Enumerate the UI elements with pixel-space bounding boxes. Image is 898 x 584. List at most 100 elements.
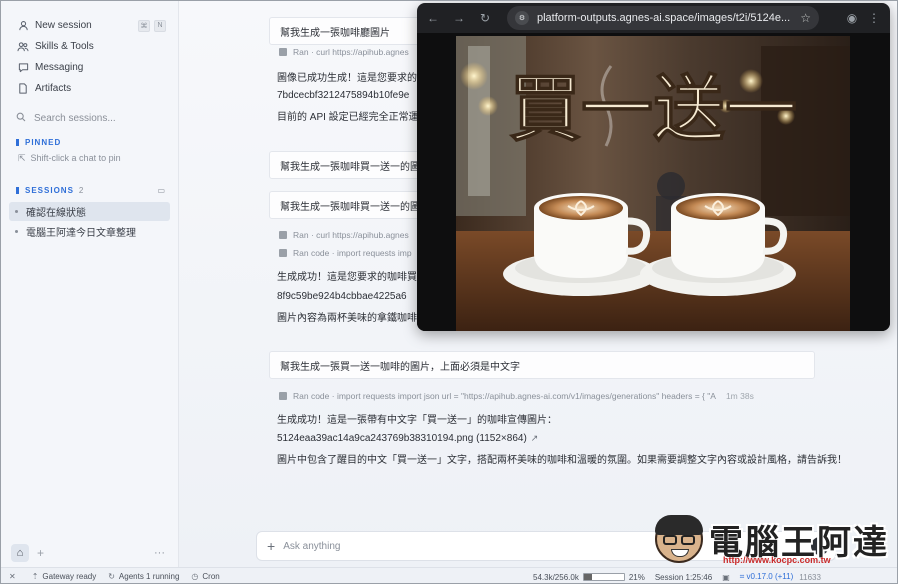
context-percent: 21% xyxy=(628,572,645,582)
site-info-icon[interactable]: ⚙ xyxy=(515,11,529,25)
version-label[interactable]: ⌗ v0.17.0 (+11) xyxy=(740,572,794,582)
gateway-status-text: Gateway ready xyxy=(42,572,97,581)
people-icon xyxy=(16,40,30,54)
composer-placeholder: Ask anything xyxy=(283,540,341,552)
tool-duration: 1m 38s xyxy=(725,391,754,401)
search-icon xyxy=(16,112,30,125)
artifacts-label: Artifacts xyxy=(35,83,72,94)
session-dot xyxy=(15,230,18,233)
agents-status[interactable]: ↻ Agents 1 running xyxy=(108,572,179,581)
terminal-icon xyxy=(279,231,287,239)
terminal-icon xyxy=(279,249,287,257)
sessions-title: SESSIONS xyxy=(25,185,74,195)
terminal-icon xyxy=(279,392,287,400)
cron-status[interactable]: ◷ Cron xyxy=(191,572,219,581)
generated-coffee-image[interactable]: 買一送一 xyxy=(456,36,850,331)
more-icon[interactable]: ··· xyxy=(154,547,165,559)
app-window: New session ⌘ N Skills & Tools Messaging… xyxy=(0,0,898,584)
chat-bubble-icon xyxy=(16,61,30,75)
watermark-url: http://www.kocpc.com.tw xyxy=(723,555,831,565)
status-bar: ✕ ⇡ Gateway ready ↻ Agents 1 running ◷ Cron… xyxy=(1,567,897,583)
user-message-text: 幫我生成一張咖啡買一送一的圖片 xyxy=(280,161,430,173)
browser-toolbar: ← → ↻ ⚙ platform-outputs.agnes-ai.space/… xyxy=(417,3,890,33)
session-label: 確認在線狀態 xyxy=(26,208,86,219)
browser-viewport: 買一送一 xyxy=(417,33,890,331)
artifacts-nav[interactable]: Artifacts xyxy=(1,78,178,99)
sessions-count: 2 xyxy=(78,185,85,195)
terminal-icon xyxy=(279,48,287,56)
tool-call[interactable]: Ran code · import requests imp xyxy=(279,246,412,260)
session-item[interactable]: 確認在線狀態 xyxy=(9,202,170,221)
browser-window: ← → ↻ ⚙ platform-outputs.agnes-ai.space/… xyxy=(417,3,890,331)
messaging-nav[interactable]: Messaging xyxy=(1,57,178,78)
menu-kebab-icon[interactable]: ⋮ xyxy=(864,8,884,28)
file-link-text: 5124eaa39ac14a9ca243769b38310194.png (11… xyxy=(277,432,527,444)
pinned-hint: ⇱ Shift-click a chat to pin xyxy=(1,149,178,167)
version-text: v0.17.0 (+11) xyxy=(746,572,794,581)
build-number: 11633 xyxy=(799,572,821,582)
back-arrow-icon[interactable]: ← xyxy=(423,8,443,28)
forward-arrow-icon[interactable]: → xyxy=(449,8,469,28)
spinner-icon: ↻ xyxy=(108,572,115,581)
tool-call-text: Ran code · import requests imp xyxy=(293,248,412,258)
add-icon[interactable]: + xyxy=(37,546,44,560)
collapse-icon[interactable]: ✕ xyxy=(9,572,20,581)
tool-call[interactable]: Ran · curl https://apihub.agnes xyxy=(279,45,409,59)
session-timer: Session 1:25:46 xyxy=(654,572,713,582)
cron-status-text: Cron xyxy=(202,572,220,581)
context-meter-fill xyxy=(583,574,593,580)
assistant-text: 7bdcecbf3212475894b10fe9e xyxy=(277,89,410,101)
assistant-text: 圖像已成功生成！這是您要求的咖 xyxy=(277,72,427,84)
tool-call[interactable]: Ran code · import requests import json u… xyxy=(279,389,754,403)
assistant-text: 生成成功！這是您要求的咖啡買一 xyxy=(277,271,427,283)
home-icon[interactable]: ⌂ xyxy=(11,544,29,562)
pin-icon: ⇱ xyxy=(18,152,26,163)
new-session-label: New session xyxy=(35,20,92,31)
new-folder-icon[interactable]: ▭ xyxy=(157,186,166,195)
pinned-header: PINNED xyxy=(1,135,178,149)
tool-call[interactable]: Ran · curl https://apihub.agnes xyxy=(279,228,409,242)
shortcut-key: N xyxy=(154,19,166,32)
user-message-text: 幫我生成一張咖啡買一送一的圖片 xyxy=(280,201,430,213)
status-right: 54.3k/256.0k 21% Session 1:25:46 ▣ ⌗ v0.… xyxy=(533,568,821,583)
assistant-text: 圖片中包含了醒目的中文「買一送一」文字，搭配兩杯美味的咖啡和溫暖的氛圍。如果需要… xyxy=(277,454,847,466)
pinned-hint-text: Shift-click a chat to pin xyxy=(30,153,121,163)
signal-icon: ⇡ xyxy=(31,572,39,581)
sessions-header: SESSIONS 2 ▭ xyxy=(1,183,178,197)
session-item[interactable]: 電腦王阿達今日文章整理 xyxy=(9,222,170,241)
new-session-button[interactable]: New session ⌘ N xyxy=(1,15,178,36)
assistant-text: 圖片內容為兩杯美味的拿鐵咖啡放 xyxy=(277,312,427,324)
assistant-text: 目前的 API 設定已經完全正常運作 xyxy=(277,111,429,123)
profile-icon[interactable]: ◉ xyxy=(842,8,862,28)
coffee-promo-image: 買一送一 xyxy=(456,36,850,331)
user-message-text: 幫我生成一張買一送一咖啡的圖片，上面必須是中文字 xyxy=(280,361,520,373)
skills-tools-label: Skills & Tools xyxy=(35,41,94,52)
mascot-face-icon xyxy=(655,515,703,563)
tool-call-text: Ran code · import requests import json u… xyxy=(293,391,716,401)
sidebar: New session ⌘ N Skills & Tools Messaging… xyxy=(1,1,179,567)
context-meter xyxy=(582,573,625,581)
bookmark-star-icon[interactable]: ☆ xyxy=(800,11,811,25)
section-bar xyxy=(16,186,19,194)
document-icon xyxy=(16,82,30,96)
address-bar[interactable]: ⚙ platform-outputs.agnes-ai.space/images… xyxy=(507,6,819,30)
attach-plus-icon[interactable]: + xyxy=(267,538,275,554)
address-bar-url: platform-outputs.agnes-ai.space/images/t… xyxy=(537,12,791,24)
assistant-text: 8f9c59be924b4cbbae4225a6 xyxy=(277,290,407,302)
user-message: 幫我生成一張買一送一咖啡的圖片，上面必須是中文字 xyxy=(269,351,815,379)
file-link[interactable]: 5124eaa39ac14a9ca243769b38310194.png (11… xyxy=(277,431,538,445)
reload-icon[interactable]: ↻ xyxy=(475,8,495,28)
assistant-text: 生成成功！這是一張帶有中文字「買一送一」的咖啡宣傳圖片： xyxy=(277,414,557,426)
messaging-label: Messaging xyxy=(35,62,84,73)
sidebar-footer: ⌂ + ··· xyxy=(1,539,179,567)
search-sessions[interactable]: Search sessions... xyxy=(1,107,178,129)
agents-status-text: Agents 1 running xyxy=(118,572,180,581)
skills-tools-nav[interactable]: Skills & Tools xyxy=(1,36,178,57)
session-label: 電腦王阿達今日文章整理 xyxy=(26,228,136,239)
layout-icon[interactable]: ▣ xyxy=(722,573,730,582)
gateway-status[interactable]: ⇡ Gateway ready xyxy=(32,572,97,581)
pinned-title: PINNED xyxy=(25,137,62,147)
image-headline-text: 買一送一 xyxy=(509,66,797,151)
person-icon xyxy=(16,19,30,33)
watermark-logo: 電腦王阿達 http://www.kocpc.com.tw xyxy=(653,511,893,569)
